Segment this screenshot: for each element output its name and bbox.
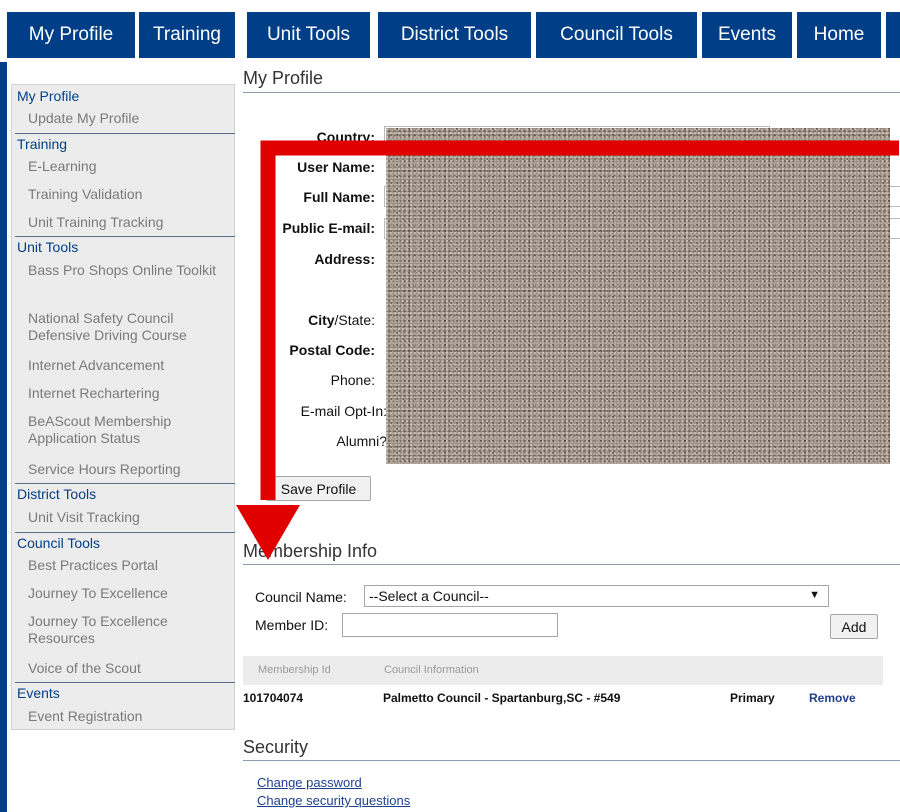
city-label: City xyxy=(308,312,335,328)
remove-link[interactable]: Remove xyxy=(809,691,856,705)
sidebar-item-training-validation[interactable]: Training Validation xyxy=(28,186,232,203)
sidebar-heading-district-tools[interactable]: District Tools xyxy=(17,486,96,502)
state-label: /State: xyxy=(334,312,375,328)
postal-code-label: Postal Code: xyxy=(289,342,375,358)
top-navigation: My Profile Training Unit Tools District … xyxy=(0,0,900,62)
sidebar-item-best-practices[interactable]: Best Practices Portal xyxy=(28,557,232,574)
left-edge-strip xyxy=(0,0,7,812)
sidebar-item-beascout-membership[interactable]: BeAScout Membership Application Status xyxy=(28,413,232,447)
council-name-label: Council Name: xyxy=(255,589,347,605)
page-title: My Profile xyxy=(243,68,324,88)
tab-overflow[interactable] xyxy=(886,12,900,58)
tab-unit-tools[interactable]: Unit Tools xyxy=(247,12,370,58)
member-id-label: Member ID: xyxy=(255,617,329,633)
country-label: Country: xyxy=(316,129,375,145)
sidebar-item-update-my-profile[interactable]: Update My Profile xyxy=(28,110,232,127)
phone-label: Phone: xyxy=(330,372,375,388)
save-profile-button[interactable]: Save Profile xyxy=(266,476,371,501)
tab-training[interactable]: Training xyxy=(139,12,235,58)
membership-id-cell: 101704074 xyxy=(243,691,304,705)
sidebar-item-unit-visit-tracking[interactable]: Unit Visit Tracking xyxy=(28,509,232,526)
sidebar-item-unit-training-tracking[interactable]: Unit Training Tracking xyxy=(28,214,232,231)
section-divider xyxy=(243,760,900,761)
sidebar-item-journey-to-excellence[interactable]: Journey To Excellence xyxy=(28,585,232,602)
sidebar-item-voice-of-the-scout[interactable]: Voice of the Scout xyxy=(28,660,232,677)
member-id-input[interactable] xyxy=(342,613,558,637)
sidebar-item-e-learning[interactable]: E-Learning xyxy=(28,158,232,175)
sidebar-item-national-safety-council[interactable]: National Safety Council Defensive Drivin… xyxy=(28,310,232,344)
redacted-region xyxy=(386,128,890,464)
sidebar-item-internet-rechartering[interactable]: Internet Rechartering xyxy=(28,385,232,402)
email-optin-label: E-mail Opt-In: xyxy=(300,403,387,419)
section-divider xyxy=(243,564,900,565)
section-divider xyxy=(243,92,900,93)
tab-council-tools[interactable]: Council Tools xyxy=(536,12,697,58)
sidebar-divider xyxy=(15,682,235,683)
add-button[interactable]: Add xyxy=(830,614,878,639)
sidebar-heading-training[interactable]: Training xyxy=(17,136,67,152)
sidebar-heading-my-profile[interactable]: My Profile xyxy=(17,88,79,104)
change-password-link[interactable]: Change password xyxy=(257,775,362,790)
change-security-questions-link[interactable]: Change security questions xyxy=(257,793,410,808)
sidebar-divider xyxy=(15,236,235,237)
tab-my-profile[interactable]: My Profile xyxy=(7,12,135,58)
city-state-label: City/State: xyxy=(250,312,375,328)
username-label: User Name: xyxy=(297,159,375,175)
sidebar-item-jte-resources[interactable]: Journey To Excellence Resources xyxy=(28,613,232,647)
alumni-label: Alumni? xyxy=(336,433,387,449)
council-select[interactable]: --Select a Council-- ▼ xyxy=(364,585,829,607)
membership-title: Membership Info xyxy=(243,541,378,561)
header-membership-id: Membership Id xyxy=(258,664,331,676)
header-council-information: Council Information xyxy=(384,664,479,676)
sidebar-item-bass-pro-shops[interactable]: Bass Pro Shops Online Toolkit xyxy=(28,262,232,279)
public-email-label: Public E-mail: xyxy=(282,220,375,236)
fullname-label: Full Name: xyxy=(303,189,375,205)
sidebar-divider xyxy=(15,532,235,533)
council-info-cell: Palmetto Council - Spartanburg,SC - #549 xyxy=(383,691,621,705)
sidebar-heading-council-tools[interactable]: Council Tools xyxy=(17,535,100,551)
sidebar-item-internet-advancement[interactable]: Internet Advancement xyxy=(28,357,232,374)
tab-district-tools[interactable]: District Tools xyxy=(378,12,531,58)
sidebar-item-service-hours[interactable]: Service Hours Reporting xyxy=(28,461,232,478)
sidebar-divider xyxy=(15,133,235,134)
sidebar-heading-unit-tools[interactable]: Unit Tools xyxy=(17,239,78,255)
sidebar-heading-events[interactable]: Events xyxy=(17,685,60,701)
council-select-value: --Select a Council-- xyxy=(369,588,489,604)
sidebar-item-event-registration[interactable]: Event Registration xyxy=(28,708,232,725)
membership-type-cell: Primary xyxy=(730,691,775,705)
address-label: Address: xyxy=(314,251,375,267)
tab-home[interactable]: Home xyxy=(797,12,881,58)
membership-table-header xyxy=(243,656,883,685)
sidebar-divider xyxy=(15,483,235,484)
tab-events[interactable]: Events xyxy=(702,12,792,58)
security-title: Security xyxy=(243,737,309,757)
chevron-down-icon: ▼ xyxy=(809,589,820,601)
